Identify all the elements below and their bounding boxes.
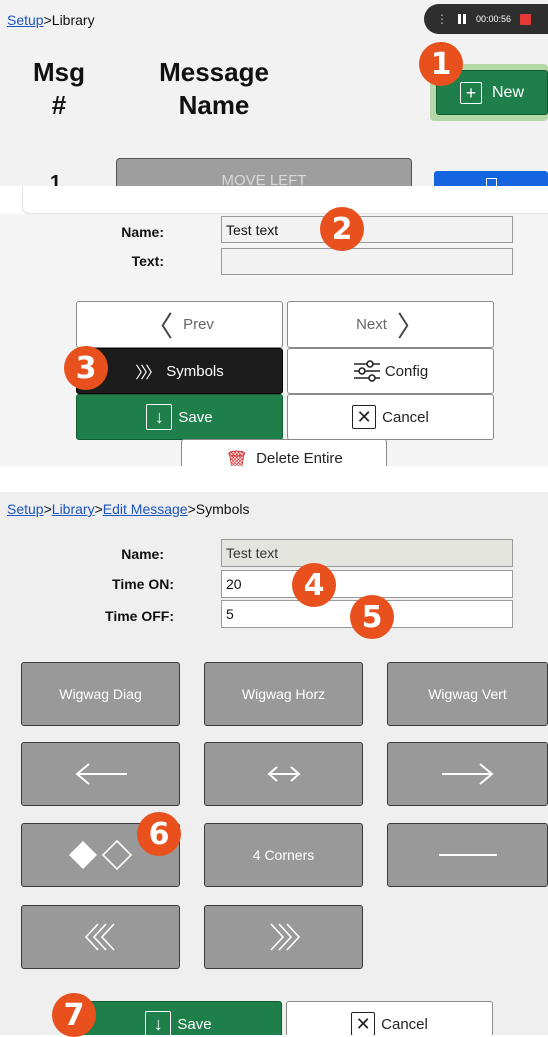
breadcrumb-edit-message-link[interactable]: Edit Message xyxy=(103,501,188,517)
arrow-left-icon xyxy=(74,763,127,785)
config-button[interactable]: Config xyxy=(287,348,494,394)
breadcrumb-separator: > xyxy=(187,501,196,517)
step-badge-6: 6 xyxy=(137,812,181,856)
breadcrumb-setup-link[interactable]: Setup xyxy=(7,501,44,517)
step-badge-4: 4 xyxy=(292,563,336,607)
breadcrumb-current: Library xyxy=(51,12,95,28)
horizontal-line-icon xyxy=(438,854,497,856)
save-button[interactable]: ↓ Save xyxy=(76,394,283,440)
symbols-label: Symbols xyxy=(166,362,224,380)
breadcrumb-library-link[interactable]: Library xyxy=(52,501,95,517)
four-corners-label: 4 Corners xyxy=(252,847,315,863)
close-box-icon: ✕ xyxy=(352,405,377,429)
diamonds-icon xyxy=(68,839,132,871)
breadcrumb: Setup>Library>Edit Message>Symbols xyxy=(7,501,249,517)
edit-icon xyxy=(486,178,497,186)
stop-record-icon[interactable] xyxy=(520,13,532,25)
save-button[interactable]: ↓ Save xyxy=(75,1001,282,1035)
top-shadow xyxy=(22,186,548,214)
add-icon: + xyxy=(459,81,482,104)
four-corners-button[interactable]: 4 Corners xyxy=(204,823,363,887)
name-field[interactable]: Test text xyxy=(221,216,513,243)
time-on-label: Time ON: xyxy=(112,576,174,592)
close-box-icon: ✕ xyxy=(351,1012,376,1035)
save-label: Save xyxy=(178,408,213,426)
arrow-left-right-icon xyxy=(266,766,301,782)
text-field[interactable] xyxy=(221,248,513,275)
msg-number-header: Msg # xyxy=(33,57,85,120)
message-row-label: MOVE LEFT xyxy=(221,172,307,186)
trash-icon: 🗑 xyxy=(225,450,249,466)
wigwag-diag-label: Wigwag Diag xyxy=(59,686,142,702)
triple-chevron-right-icon xyxy=(269,923,300,951)
text-label: Text: xyxy=(131,253,164,269)
cancel-button[interactable]: ✕ Cancel xyxy=(287,394,494,440)
triple-chevron-right-icon: 〉〉〉 xyxy=(135,365,161,382)
config-label: Config xyxy=(384,362,429,380)
row-number: 1 xyxy=(50,172,62,186)
delete-entire-button[interactable]: 🗑 Delete Entire xyxy=(181,439,387,466)
recording-time: 00:00:56 xyxy=(476,14,512,24)
wigwag-diag-button[interactable]: Wigwag Diag xyxy=(21,662,180,726)
message-row-button[interactable]: MOVE LEFT xyxy=(116,158,412,186)
wigwag-horz-label: Wigwag Horz xyxy=(241,686,326,702)
sliders-icon xyxy=(353,360,380,382)
cancel-button[interactable]: ✕ Cancel xyxy=(286,1001,493,1035)
breadcrumb-separator: > xyxy=(94,501,103,517)
screen-recorder-bar: ⋮ 00:00:56 xyxy=(424,4,548,34)
step-badge-2: 2 xyxy=(320,207,364,251)
step-badge-1: 1 xyxy=(419,42,463,86)
pause-icon[interactable] xyxy=(458,14,466,24)
more-vert-icon[interactable]: ⋮ xyxy=(436,13,448,25)
triple-chevron-left-icon xyxy=(84,923,115,951)
breadcrumb-current: Symbols xyxy=(195,501,250,517)
line-button[interactable] xyxy=(387,823,548,887)
delete-label: Delete Entire xyxy=(256,450,343,466)
library-panel: Setup>Library ⋮ 00:00:56 Msg # Message N… xyxy=(0,0,548,186)
time-on-field[interactable]: 20 xyxy=(221,570,513,598)
save-down-arrow-icon: ↓ xyxy=(146,404,173,430)
breadcrumb-separator: > xyxy=(43,501,52,517)
cancel-label: Cancel xyxy=(382,408,429,426)
arrow-right-button[interactable] xyxy=(387,742,548,806)
name-label: Name: xyxy=(121,546,164,562)
next-label: Next xyxy=(356,316,387,333)
save-label: Save xyxy=(177,1015,212,1033)
symbols-panel: Setup>Library>Edit Message>Symbols Name:… xyxy=(0,492,548,1035)
edit-message-panel: Name: Test text Text: 〈 Prev Next 〉 〉〉〉 … xyxy=(0,186,548,466)
chevrons-right-button[interactable] xyxy=(204,905,363,969)
step-badge-3: 3 xyxy=(64,346,108,390)
edit-button[interactable] xyxy=(434,171,548,186)
chevron-right-icon: 〉 xyxy=(396,309,425,343)
arrow-left-button[interactable] xyxy=(21,742,180,806)
prev-label: Prev xyxy=(183,316,214,333)
wigwag-vert-button[interactable]: Wigwag Vert xyxy=(387,662,548,726)
save-down-arrow-icon: ↓ xyxy=(145,1011,172,1035)
wigwag-vert-label: Wigwag Vert xyxy=(428,686,507,702)
breadcrumb-setup-link[interactable]: Setup xyxy=(7,12,44,28)
message-name-header: Message Name xyxy=(159,57,269,120)
time-off-label: Time OFF: xyxy=(105,608,174,624)
step-badge-5: 5 xyxy=(350,595,394,639)
arrow-both-button[interactable] xyxy=(204,742,363,806)
chevrons-left-button[interactable] xyxy=(21,905,180,969)
breadcrumb-separator: > xyxy=(43,12,52,28)
cancel-label: Cancel xyxy=(381,1015,428,1033)
breadcrumb: Setup>Library xyxy=(7,12,95,28)
name-field: Test text xyxy=(221,539,513,567)
next-button[interactable]: Next 〉 xyxy=(287,301,494,348)
chevron-left-icon: 〈 xyxy=(145,309,174,343)
step-badge-7: 7 xyxy=(52,993,96,1037)
name-label: Name: xyxy=(121,224,164,240)
arrow-right-icon xyxy=(441,763,494,785)
wigwag-horz-button[interactable]: Wigwag Horz xyxy=(204,662,363,726)
new-button-label: New xyxy=(491,83,524,101)
prev-button[interactable]: 〈 Prev xyxy=(76,301,283,348)
